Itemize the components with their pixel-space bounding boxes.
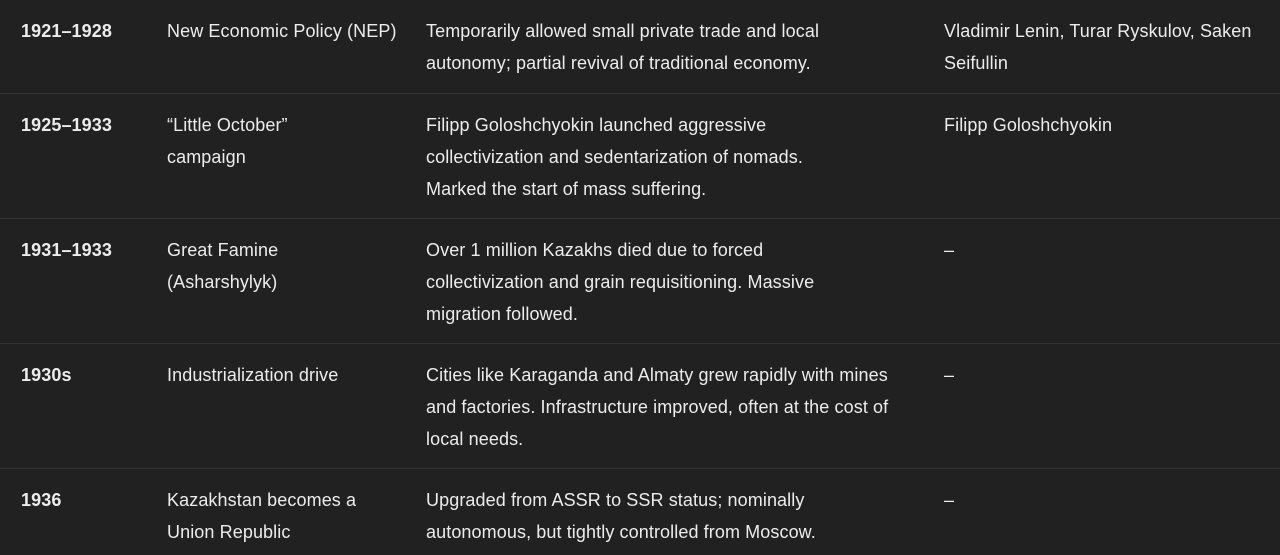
description-cell: Upgraded from ASSR to SSR status; nomina… <box>426 490 816 542</box>
description-cell: Over 1 million Kazakhs died due to force… <box>426 240 815 324</box>
event-cell: Great Famine (Asharshylyk) <box>167 240 279 292</box>
figures-cell: – <box>944 365 955 385</box>
history-table: 1921–1928 New Economic Policy (NEP) Temp… <box>0 0 1280 555</box>
figures-cell: Vladimir Lenin, Turar Ryskulov, Saken Se… <box>944 21 1252 73</box>
event-cell: New Economic Policy (NEP) <box>167 21 397 41</box>
figures-cell: – <box>944 240 955 260</box>
event-cell: “Little October” campaign <box>167 115 288 167</box>
date-cell: 1931–1933 <box>21 240 112 260</box>
description-cell: Cities like Karaganda and Almaty grew ra… <box>426 365 889 449</box>
description-cell: Temporarily allowed small private trade … <box>426 21 820 73</box>
description-cell: Filipp Goloshchyokin launched aggressive… <box>426 115 803 199</box>
figures-cell: – <box>944 490 955 510</box>
event-cell: Industrialization drive <box>167 365 339 385</box>
date-cell: 1930s <box>21 365 72 385</box>
table-row: 1936 Kazakhstan becomes a Union Republic… <box>0 469 1280 555</box>
table-row: 1921–1928 New Economic Policy (NEP) Temp… <box>0 0 1280 94</box>
date-cell: 1921–1928 <box>21 21 112 41</box>
table-row: 1930s Industrialization drive Cities lik… <box>0 344 1280 469</box>
event-cell: Kazakhstan becomes a Union Republic <box>167 490 357 542</box>
table-row: 1925–1933 “Little October” campaign Fili… <box>0 94 1280 219</box>
date-cell: 1925–1933 <box>21 115 112 135</box>
date-cell: 1936 <box>21 490 62 510</box>
table-row: 1931–1933 Great Famine (Asharshylyk) Ove… <box>0 219 1280 344</box>
figures-cell: Filipp Goloshchyokin <box>944 115 1113 135</box>
